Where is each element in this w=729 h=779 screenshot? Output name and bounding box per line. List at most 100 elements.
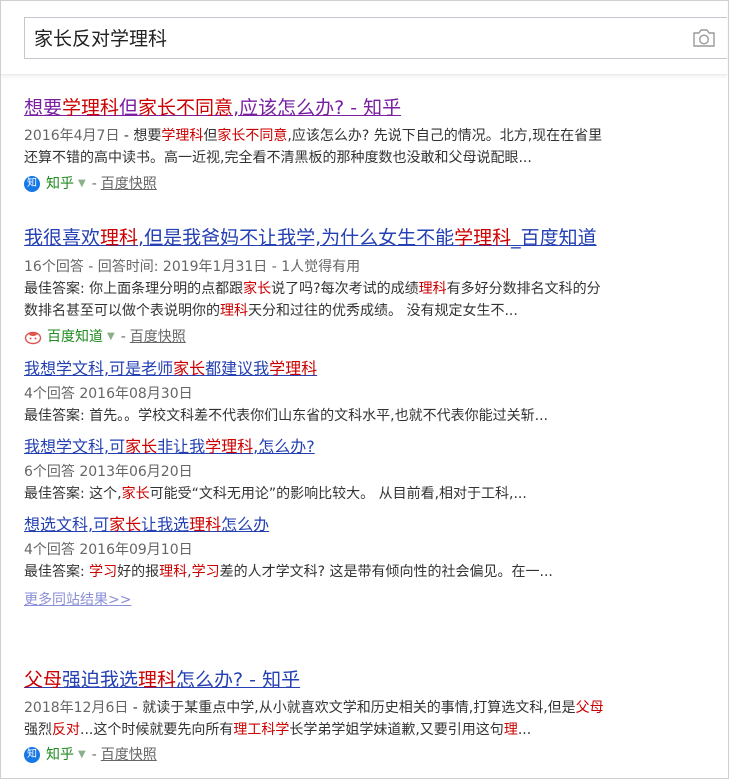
sub-result-title-link[interactable]: 我想学文科,可是老师家长都建议我学理科 [24, 359, 317, 378]
snippet-line: 数排名甚至可以做个表说明你的理科天分和过往的优秀成绩。 没有规定女生不... [24, 300, 724, 322]
zhihu-icon: 知 [24, 747, 40, 763]
highlight-term: 父母 [575, 700, 604, 716]
result-source: 知 知乎 ▼ - 百度快照 [24, 173, 724, 195]
text-segment: 强迫我选 [62, 669, 139, 691]
sub-result-meta: 6个回答 2013年06月20日 [24, 464, 193, 480]
sub-result-title-link[interactable]: 想选文科,可家长让我选理科怎么办 [24, 515, 269, 534]
text-segment: 怎么办? - 知乎 [176, 669, 301, 691]
result-title-link[interactable]: 我很喜欢理科,但是我爸妈不让我学,为什么女生不能学理科_百度知道 [24, 226, 597, 250]
text-segment: 说了吗?每次考试的成绩 [271, 281, 419, 297]
text-segment: 我想学文科,可 [24, 437, 126, 456]
sub-result: 我想学文科,可家长非让我学理科,怎么办? 6个回答 2013年06月20日 最佳… [24, 436, 724, 505]
text-segment: ,应该怎么办? - 知乎 [233, 97, 402, 119]
sub-result-title-link[interactable]: 我想学文科,可家长非让我学理科,怎么办? [24, 437, 315, 456]
source-name[interactable]: 知乎 [46, 173, 74, 195]
result-meta: 16个回答 - 回答时间: 2019年1月31日 - 1人觉得有用 [24, 259, 361, 275]
baidu-zhidao-icon [24, 331, 42, 345]
text-segment: _百度知道 [511, 227, 597, 249]
text-segment: ,怎么办? [253, 437, 315, 456]
text-segment: 最佳答案: [24, 564, 90, 580]
result-date: 2016年4月7日 [24, 128, 120, 144]
text-segment: 怎么办 [221, 515, 270, 534]
sub-result-meta: 4个回答 2016年08月30日 [24, 386, 193, 402]
search-result: 我很喜欢理科,但是我爸妈不让我学,为什么女生不能学理科_百度知道 16个回答 -… [24, 226, 724, 611]
zhihu-icon: 知 [24, 176, 40, 192]
highlight-term: 学理科 [161, 128, 204, 144]
more-site-results-link[interactable]: 更多同站结果>> [24, 592, 131, 608]
highlight-term: 学理科 [62, 97, 120, 119]
text-segment: ...这个时候就要先向所有 [80, 722, 234, 738]
text-segment: 我很喜欢 [24, 227, 101, 249]
separator: - [91, 176, 97, 192]
snapshot-link[interactable]: 百度快照 [101, 173, 157, 195]
snapshot-link[interactable]: 百度快照 [130, 326, 186, 348]
snippet-line: 还算不错的高中读书。高一近视,完全看不清黑板的那种度数也没敢和父母说配眼... [24, 147, 724, 169]
text-segment: 最佳答案: 首先。。学校文科差不代表你们山东省的文科水平,也就不代表你能过关斩.… [24, 408, 548, 424]
dropdown-arrow-icon[interactable]: ▼ [107, 326, 115, 348]
dropdown-arrow-icon[interactable]: ▼ [78, 744, 86, 766]
text-segment: 最佳答案: 你上面条理分明的点都跟 [24, 281, 244, 297]
text-segment: ,应该怎么办? 先说下自己的情况。北方,现在在省里 [287, 128, 603, 144]
text-segment: 数排名甚至可以做个表说明你的 [24, 303, 220, 319]
snippet-line: 强烈反对...这个时候就要先向所有理工科学长学弟学姐学妹道歉,又要引用这句理..… [24, 719, 724, 741]
highlight-term: 理科 [159, 564, 188, 580]
text-segment: 最佳答案: 这个, [24, 486, 122, 502]
result-snippet: 最佳答案: 你上面条理分明的点都跟家长说了吗?每次考试的成绩理科 有多好分数排名文… [24, 278, 724, 322]
snippet-line: - 就读于某重点中学,从小就喜欢文学和历史相关的事情,打算选文科,但是父母 [128, 700, 604, 716]
result-source: 百度知道 ▼ - 百度快照 [24, 326, 724, 348]
text-segment: 好的报 [117, 564, 160, 580]
highlight-term: 学习 [191, 564, 220, 580]
highlight-term: 理科 [100, 227, 139, 249]
text-segment: ,但是我爸妈不让我学,为什么女生不能 [138, 227, 455, 249]
text-segment: 想要 [24, 97, 63, 119]
sub-result: 想选文科,可家长让我选理科怎么办 4个回答 2016年09月10日 最佳答案: … [24, 514, 724, 583]
text-segment: 非让我 [157, 437, 206, 456]
highlight-term: 家长 [243, 281, 272, 297]
highlight-term: 家长不同意 [138, 97, 234, 119]
text-segment: 长学弟学姐学妹道歉,又要引用这句 [289, 722, 504, 738]
highlight-term: 家长不同意 [217, 128, 288, 144]
highlight-term: 家长 [125, 437, 158, 456]
result-snippet: 2016年4月7日 - 想要学理科但家长不同意,应该怎么办? 先说下自己的情况。… [24, 125, 724, 169]
search-input[interactable]: 家长反对学理科 [34, 26, 167, 52]
source-name[interactable]: 知乎 [46, 744, 74, 766]
source-name[interactable]: 百度知道 [47, 326, 103, 348]
text-segment: 强烈 [24, 722, 52, 738]
result-snippet: 2018年12月6日 - 就读于某重点中学,从小就喜欢文学和历史相关的事情,打算… [24, 697, 724, 741]
highlight-term: 学理科 [205, 437, 254, 456]
result-title-link[interactable]: 父母强迫我选理科怎么办? - 知乎 [24, 668, 300, 692]
snippet-line: - 想要学理科但家长不同意,应该怎么办? 先说下自己的情况。北方,现在在省里 [119, 128, 602, 144]
highlight-term: 理科 [189, 515, 222, 534]
highlight-term: 理科 [138, 669, 177, 691]
sub-result: 我想学文科,可是老师家长都建议我学理科 4个回答 2016年08月30日 最佳答… [24, 358, 724, 427]
text-segment: 还算不错的高中读书。高一近视,完全看不清黑板的那种度数也没敢和父母说配眼... [24, 150, 532, 166]
snapshot-link[interactable]: 百度快照 [101, 744, 157, 766]
highlight-term: 学习 [89, 564, 118, 580]
highlight-term: 反对 [52, 722, 80, 738]
result-date: 2018年12月6日 [24, 700, 129, 716]
text-segment: - 就读于某重点中学,从小就喜欢文学和历史相关的事情,打算选文科,但是 [128, 700, 576, 716]
text-segment: 都建议我 [205, 359, 270, 378]
text-segment: - 想要 [119, 128, 162, 144]
text-segment: 差的人才学文科? 这是带有倾向性的社会偏见。在一... [219, 564, 553, 580]
text-segment: 可能受“文科无用论”的影响比较大。 从目前看,相对于工科,... [149, 486, 527, 502]
highlight-term: 家长 [121, 486, 150, 502]
text-segment: 有多好分数排名文科的分 [446, 281, 601, 297]
highlight-term: 父母 [24, 669, 63, 691]
result-source: 知 知乎 ▼ - 百度快照 [24, 744, 724, 766]
text-segment: 让我选 [141, 515, 190, 534]
highlight-term: 理科 [220, 303, 248, 319]
highlight-term: 学理科 [454, 227, 512, 249]
camera-icon[interactable] [691, 27, 717, 49]
highlight-term: 理工科学 [233, 722, 290, 738]
snippet-line: 最佳答案: 你上面条理分明的点都跟家长说了吗?每次考试的成绩理科有多好分数排名文… [24, 278, 724, 300]
search-box[interactable]: 家长反对学理科 [24, 17, 727, 59]
separator: - [120, 329, 126, 345]
text-segment: ... [517, 722, 532, 738]
result-title-link[interactable]: 想要学理科但家长不同意,应该怎么办? - 知乎 [24, 96, 401, 120]
dropdown-arrow-icon[interactable]: ▼ [78, 173, 86, 195]
text-segment: 但 [203, 128, 218, 144]
separator: - [91, 747, 97, 763]
sub-result-snippet: 最佳答案: 学习好的报理科,学习差的人才学文科? 这是带有倾向性的社会偏见。在一… [24, 561, 724, 583]
search-header: 家长反对学理科 [0, 0, 727, 75]
